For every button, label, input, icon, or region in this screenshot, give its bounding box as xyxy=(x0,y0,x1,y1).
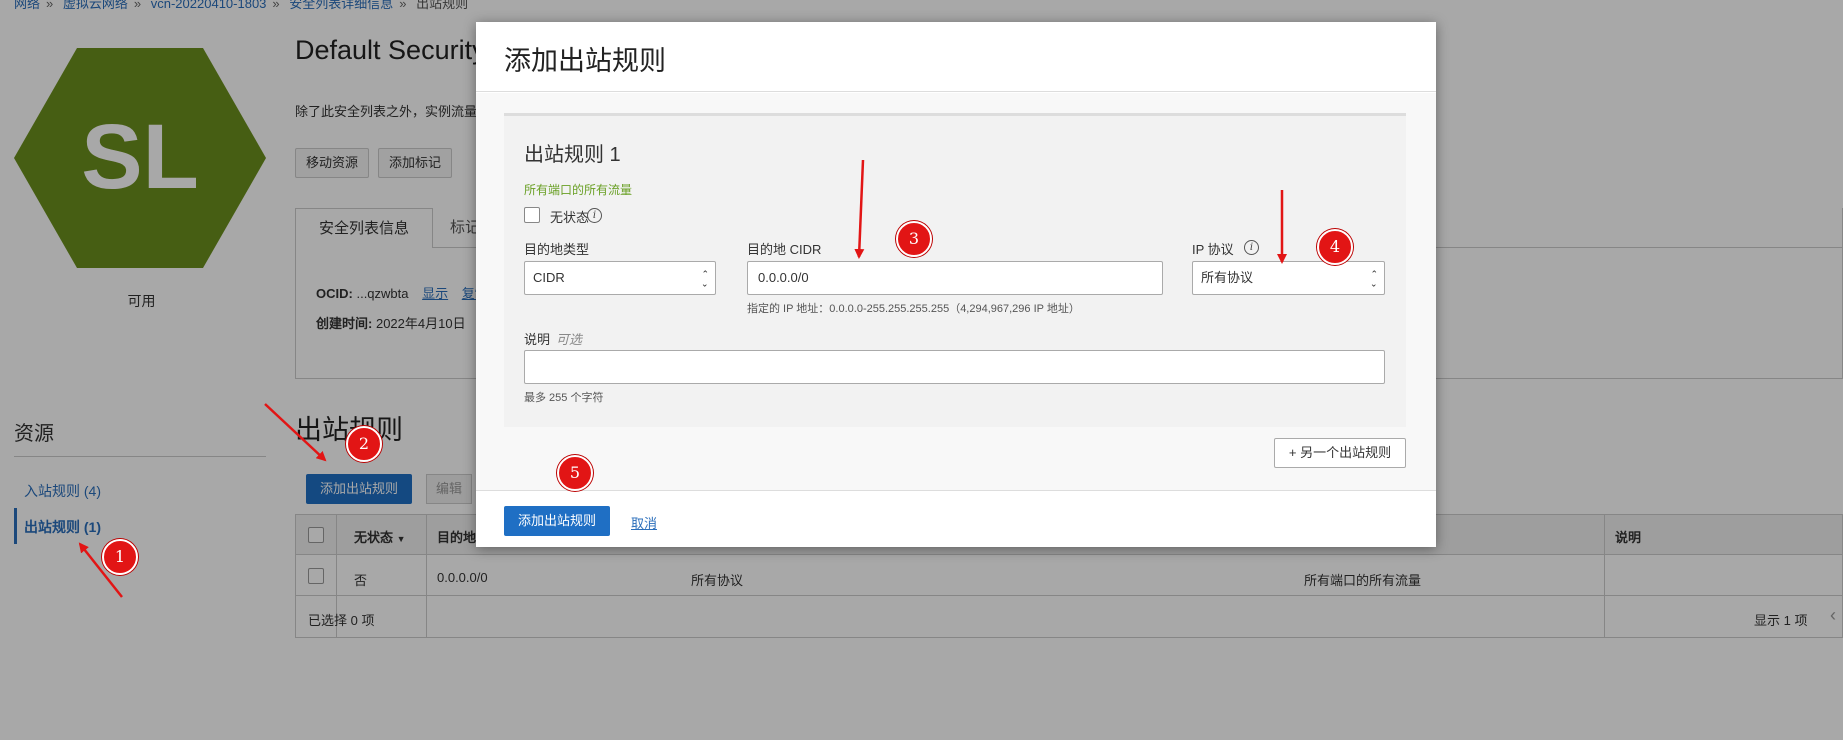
dialog-header: 添加出站规则 xyxy=(476,22,1436,92)
rule-summary: 所有端口的所有流量 xyxy=(524,183,633,197)
annotation-badge-3: 3 xyxy=(896,221,932,257)
cancel-link[interactable]: 取消 xyxy=(631,513,657,532)
annotation-badge-4: 4 xyxy=(1317,229,1353,265)
dialog-title: 添加出站规则 xyxy=(504,46,666,76)
add-another-egress-rule-button[interactable]: + 另一个出站规则 xyxy=(1274,438,1406,468)
annotation-badge-5: 5 xyxy=(557,455,593,491)
dest-type-label: 目的地类型 xyxy=(524,242,590,257)
ip-protocol-label: IP 协议 xyxy=(1192,242,1234,257)
select-arrows-icon: ⌃ ⌃ xyxy=(701,269,709,289)
annotation-badge-1: 1 xyxy=(102,539,138,575)
egress-rule-card: 出站规则 1 所有端口的所有流量 无状态 i 目的地类型 CIDR ⌃ ⌃ 目的地… xyxy=(504,113,1406,427)
select-arrows-icon: ⌃ ⌃ xyxy=(1370,269,1378,289)
dest-cidr-label: 目的地 CIDR xyxy=(747,242,822,257)
dest-cidr-hint: 指定的 IP 地址：0.0.0.0-255.255.255.255（4,294,… xyxy=(747,303,1080,315)
submit-add-egress-rule-button[interactable]: 添加出站规则 xyxy=(504,506,610,536)
description-input[interactable] xyxy=(524,350,1385,384)
optional-tag: 可选 xyxy=(556,332,583,347)
dialog-footer: 添加出站规则 取消 xyxy=(476,490,1436,547)
ip-protocol-select[interactable]: 所有协议 ⌃ ⌃ xyxy=(1192,261,1385,295)
stateless-checkbox[interactable] xyxy=(524,207,540,223)
dest-type-select[interactable]: CIDR ⌃ ⌃ xyxy=(524,261,716,295)
protocol-info-icon[interactable]: i xyxy=(1244,240,1259,255)
add-egress-rule-dialog: 添加出站规则 出站规则 1 所有端口的所有流量 无状态 i 目的地类型 CIDR… xyxy=(476,22,1436,547)
dialog-body: 出站规则 1 所有端口的所有流量 无状态 i 目的地类型 CIDR ⌃ ⌃ 目的地… xyxy=(476,93,1436,490)
description-hint: 最多 255 个字符 xyxy=(524,392,604,404)
dest-cidr-input[interactable]: 0.0.0.0/0 xyxy=(747,261,1163,295)
rule-heading: 出站规则 1 xyxy=(524,144,621,166)
info-icon[interactable]: i xyxy=(587,208,602,223)
stateless-label: 无状态 xyxy=(550,210,590,225)
description-label: 说明 可选 xyxy=(524,332,583,347)
annotation-badge-2: 2 xyxy=(346,426,382,462)
